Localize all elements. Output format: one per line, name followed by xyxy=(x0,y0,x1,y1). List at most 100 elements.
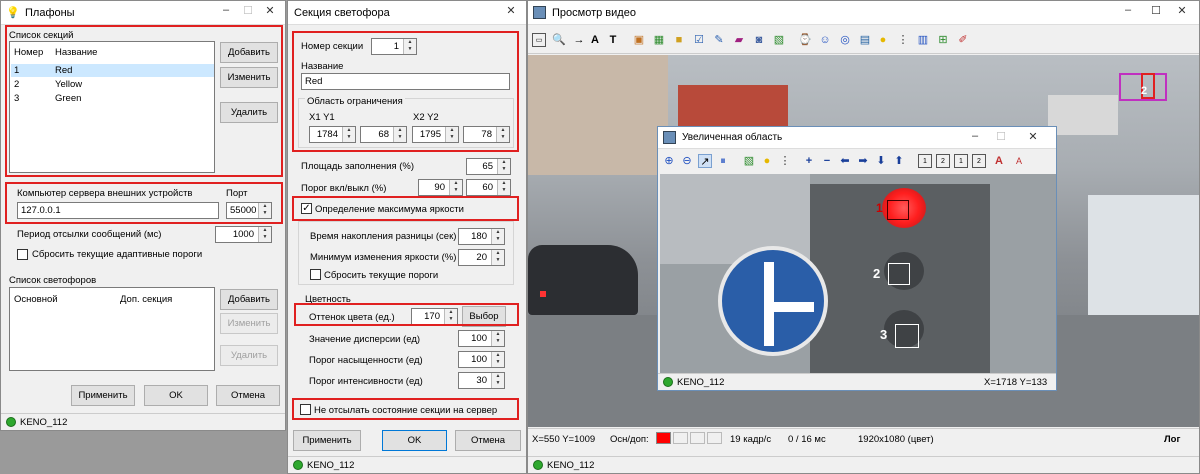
arrow-right-icon[interactable]: → xyxy=(572,33,586,47)
fit-icon[interactable]: ▭ xyxy=(532,33,546,47)
grid-icon[interactable]: ▦ xyxy=(652,33,666,47)
server-input[interactable]: 127.0.0.1 xyxy=(17,202,219,219)
spin-icon[interactable]: ▲ ▼ xyxy=(393,127,406,142)
add-section-button[interactable]: Добавить xyxy=(220,42,278,63)
traffic-light-icon[interactable]: ⋮ xyxy=(896,33,910,47)
list-item[interactable]: 2 Yellow xyxy=(11,78,214,91)
lightbulb-icon[interactable]: ● xyxy=(760,154,774,168)
zoom-out-icon[interactable]: ⊖ xyxy=(680,154,694,168)
y1-input[interactable]: 68 ▲ ▼ xyxy=(360,126,407,143)
person-icon[interactable]: ☺ xyxy=(818,33,832,47)
car-icon[interactable]: ▰ xyxy=(732,33,746,47)
zone-box-1[interactable] xyxy=(887,200,909,220)
check-icon[interactable]: ☑ xyxy=(692,33,706,47)
close-button[interactable]: ✕ xyxy=(500,4,522,20)
arrow-down-icon[interactable]: ⬇ xyxy=(874,154,888,168)
picture-icon[interactable]: ▧ xyxy=(772,33,786,47)
port-input[interactable]: 55000 ▲ ▼ xyxy=(226,202,272,219)
maximize-button[interactable]: ☐ xyxy=(1145,4,1167,20)
apply-button[interactable]: Применить xyxy=(71,385,135,406)
arrow-up-icon[interactable]: ⬆ xyxy=(892,154,906,168)
threshold-off-input[interactable]: 60 ▲ ▼ xyxy=(466,179,511,196)
y2-input[interactable]: 78 ▲ ▼ xyxy=(463,126,510,143)
close-button[interactable]: ✕ xyxy=(1022,130,1044,146)
spin-icon[interactable]: ▲ ▼ xyxy=(491,352,504,367)
spin-icon[interactable]: ▲ ▼ xyxy=(491,373,504,388)
arrow-right-icon[interactable]: ➡ xyxy=(856,154,870,168)
maximize-button[interactable]: ☐ xyxy=(237,4,259,20)
ok-button[interactable]: OK xyxy=(144,385,208,406)
sections-list[interactable]: Номер Название 1 Red 2 Yellow 3 Green xyxy=(9,41,215,173)
minus-icon[interactable]: − xyxy=(820,154,834,168)
folder-icon[interactable]: ■ xyxy=(672,33,686,47)
min-brightness-input[interactable]: 20 ▲ ▼ xyxy=(458,249,505,266)
spin-icon[interactable]: ▲ ▼ xyxy=(496,127,509,142)
plus-icon[interactable]: + xyxy=(802,154,816,168)
settings-icon[interactable]: ▣ xyxy=(632,33,646,47)
minimize-button[interactable]: – xyxy=(1117,4,1139,20)
apply-button[interactable]: Применить xyxy=(293,430,361,451)
spin-icon[interactable]: ▲ ▼ xyxy=(445,127,458,142)
fill-input[interactable]: 65 ▲ ▼ xyxy=(466,158,511,175)
list-item[interactable]: 3 Green xyxy=(11,92,214,105)
close-button[interactable]: ✕ xyxy=(259,4,281,20)
minimize-button[interactable]: – xyxy=(964,130,986,146)
spin-icon[interactable]: ▲ ▼ xyxy=(444,309,457,324)
x1-input[interactable]: 1784 ▲ ▼ xyxy=(309,126,356,143)
camera-icon[interactable]: ◙ xyxy=(752,33,766,47)
pick-color-button[interactable]: Выбор xyxy=(462,306,506,327)
note-icon[interactable]: ✐ xyxy=(956,33,970,47)
delete-section-button[interactable]: Удалить xyxy=(220,102,278,123)
spin-icon[interactable]: ▲ ▼ xyxy=(258,227,271,242)
hue-input[interactable]: 170 ▲ ▼ xyxy=(411,308,458,325)
picture-icon[interactable]: ▧ xyxy=(742,154,756,168)
lightbulb-icon[interactable]: ● xyxy=(876,33,890,47)
spin-icon[interactable]: ▲ ▼ xyxy=(258,203,271,218)
saturation-input[interactable]: 100 ▲ ▼ xyxy=(458,351,505,368)
section-number-input[interactable]: 1 ▲ ▼ xyxy=(371,38,417,55)
name-input[interactable]: Red xyxy=(301,73,510,90)
num1b-icon[interactable]: 1 xyxy=(954,154,968,168)
traffic-light-icon[interactable]: ⋮ xyxy=(778,154,792,168)
num2b-icon[interactable]: 2 xyxy=(972,154,986,168)
tool-icon[interactable]: T xyxy=(606,33,620,47)
zoom-in-icon[interactable]: ⊕ xyxy=(662,154,676,168)
ok-button[interactable]: OK xyxy=(382,430,447,451)
arrow-left-icon[interactable]: ⬅ xyxy=(838,154,852,168)
period-input[interactable]: 1000 ▲ ▼ xyxy=(215,226,272,243)
no-send-checkbox[interactable] xyxy=(300,404,311,415)
spin-icon[interactable]: ▲ ▼ xyxy=(491,331,504,346)
close-button[interactable]: ✕ xyxy=(1171,4,1193,20)
cancel-button[interactable]: Отмена xyxy=(216,385,280,406)
max-brightness-checkbox[interactable]: ✓ xyxy=(301,203,312,214)
x2-input[interactable]: 1795 ▲ ▼ xyxy=(412,126,459,143)
spin-icon[interactable]: ▲ ▼ xyxy=(497,159,510,174)
delete-light-button[interactable]: Удалить xyxy=(220,345,278,366)
spin-icon[interactable]: ▲ ▼ xyxy=(449,180,462,195)
edit-section-button[interactable]: Изменить xyxy=(220,67,278,88)
text-icon[interactable]: A xyxy=(588,33,602,47)
cancel-button[interactable]: Отмена xyxy=(455,430,521,451)
dispersion-input[interactable]: 100 ▲ ▼ xyxy=(458,330,505,347)
film-icon[interactable]: ▥ xyxy=(916,33,930,47)
threshold-on-input[interactable]: 90 ▲ ▼ xyxy=(418,179,463,196)
intensity-input[interactable]: 30 ▲ ▼ xyxy=(458,372,505,389)
font-down-icon[interactable]: A xyxy=(1012,154,1026,168)
font-up-icon[interactable]: A xyxy=(992,154,1006,168)
spin-icon[interactable]: ▲ ▼ xyxy=(403,39,416,54)
lights-list[interactable]: Основной Доп. секция xyxy=(9,287,215,371)
clock-icon[interactable]: ⌚ xyxy=(798,33,812,47)
accumulation-input[interactable]: 180 ▲ ▼ xyxy=(458,228,505,245)
pointer-icon[interactable]: ↗ xyxy=(698,154,712,168)
num1-icon[interactable]: 1 xyxy=(918,154,932,168)
spin-icon[interactable]: ▲ ▼ xyxy=(491,250,504,265)
network-icon[interactable]: ⊞ xyxy=(936,33,950,47)
maximize-button[interactable]: ☐ xyxy=(990,130,1012,146)
spin-icon[interactable]: ▲ ▼ xyxy=(342,127,355,142)
reset-thresholds-checkbox[interactable] xyxy=(310,269,321,280)
spin-icon[interactable]: ▲ ▼ xyxy=(491,229,504,244)
add-light-button[interactable]: Добавить xyxy=(220,289,278,310)
zone-box-3[interactable] xyxy=(895,324,919,348)
edit-light-button[interactable]: Изменить xyxy=(220,313,278,334)
zoom-image[interactable]: 1 2 3 xyxy=(660,174,1056,374)
